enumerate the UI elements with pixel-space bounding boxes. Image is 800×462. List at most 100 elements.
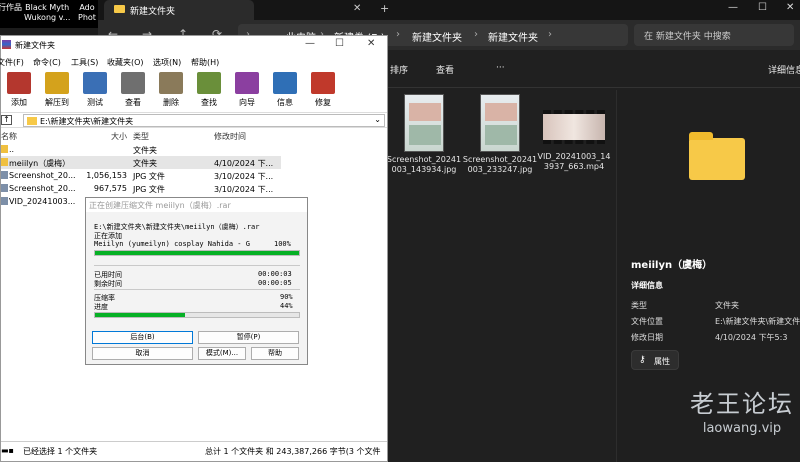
breadcrumb-item[interactable]: 新建文件夹 [412,29,462,44]
toolbar-button[interactable]: 查看 [115,72,151,108]
toolbar-button[interactable]: 添加 [1,72,37,108]
current-file: Meiilyn (yumeilyn) cosplay Nahida - G [94,240,250,248]
toolbar-icon [311,72,335,94]
folder-icon [114,5,125,13]
search-input[interactable]: 在 新建文件夹 中搜索 [634,24,794,46]
file-item[interactable]: VID_20241003_143937_663.mp4 [536,94,612,172]
menu-command[interactable]: 命令(C) [33,57,61,68]
cell-size: 1,056,153 [86,171,127,180]
more-button[interactable]: ··· [496,63,505,73]
desktop-item[interactable]: Ado Phot [78,3,96,23]
toolbar-button[interactable]: 解压到 [39,72,75,108]
maximize-icon[interactable]: ☐ [758,2,767,13]
table-row[interactable]: meiilyn（虞梅） 文件夹 4/10/2024 下... [1,156,281,169]
close-icon[interactable]: ✕ [367,38,375,49]
toolbar-label: 查看 [125,98,141,107]
detail-label: 修改日期 [631,333,663,342]
properties-button[interactable]: ⚷ 属性 [631,350,679,370]
desktop-item[interactable]: 行作品 [0,3,22,13]
file-item[interactable]: Screenshot_20241003_143934.jpg [386,94,462,175]
table-row[interactable]: Screenshot_20... 1,056,153 JPG 文件 3/10/2024… [1,169,281,182]
folder-icon [1,145,8,153]
remaining-label: 剩余时间 [94,280,122,288]
status-bar: ▬▪ 已经选择 1 个文件夹 总计 1 个文件夹 和 243,387,266 字… [1,441,387,459]
details-button[interactable]: 详细信息 [768,63,800,76]
toolbar-button[interactable]: 删除 [153,72,189,108]
cell-modified: 3/10/2024 下... [214,172,274,181]
toolbar-label: 向导 [239,98,255,107]
column-type[interactable]: 类型 [133,131,149,142]
chevron-right-icon: › [474,29,478,40]
toolbar-button[interactable]: 修复 [305,72,341,108]
drive-icon: ▬▪ [1,446,14,455]
close-tab-icon[interactable]: ✕ [353,3,361,14]
watermark-text: 老王论坛 [690,390,794,418]
mode-button[interactable]: 模式(M)... [198,347,246,360]
menu-file[interactable]: 文件(F) [0,57,24,68]
breadcrumb-item[interactable]: 新建文件夹 [488,29,538,44]
folder-icon [27,117,37,125]
sort-button[interactable]: 排序 [390,63,408,76]
cell-name: VID_20241003... [9,197,76,206]
window-title: 新建文件夹 [15,41,55,50]
compress-progress-dialog: 正在创建压缩文件 meiilyn（虞梅）.rar E:\新建文件夹\新建文件夹\… [85,197,308,365]
toolbar-button[interactable]: 向导 [229,72,265,108]
cancel-button[interactable]: 取消 [92,347,193,360]
menu-tools[interactable]: 工具(S) [71,57,98,68]
cell-name: .. [9,145,15,154]
tab-bar: 新建文件夹 ✕ + — ☐ ✕ [98,0,800,20]
column-name[interactable]: 名称 [1,131,17,142]
toolbar-button[interactable]: 查找 [191,72,227,108]
cell-type: 文件夹 [133,159,157,168]
minimize-icon[interactable]: — [728,2,738,13]
menu-help[interactable]: 帮助(H) [191,57,219,68]
toolbar-icon [7,72,31,94]
status-selection: 已经选择 1 个文件夹 [23,447,98,456]
toolbar-icon [273,72,297,94]
chevron-right-icon: › [548,29,552,40]
pause-button[interactable]: 暂停(P) [198,331,299,344]
column-size[interactable]: 大小 [111,131,127,142]
status-total: 总计 1 个文件夹 和 243,387,266 字节(3 个文件 [205,447,381,456]
toolbar-label: 信息 [277,98,293,107]
minimize-icon[interactable]: — [305,38,315,49]
file-item[interactable]: Screenshot_20241003_233247.jpg [462,94,538,175]
table-row[interactable]: .. 文件夹 [1,143,281,156]
path-input[interactable]: E:\新建文件夹\新建文件夹 ⌄ [23,114,385,127]
toolbar-button[interactable]: 信息 [267,72,303,108]
details-section-heading: 详细信息 [631,281,663,290]
view-button[interactable]: 查看 [436,63,454,76]
new-tab-icon[interactable]: + [380,2,389,15]
explorer-tab[interactable]: 新建文件夹 [104,0,254,20]
up-folder-icon[interactable]: ↑ [1,115,12,125]
cell-size: 967,575 [93,184,127,193]
menu-options[interactable]: 选项(N) [153,57,181,68]
cell-modified: 3/10/2024 下... [214,185,274,194]
close-icon[interactable]: ✕ [786,2,794,13]
desktop-item[interactable]: Black Myth Wukong v... [24,3,70,23]
divider [94,265,300,266]
maximize-icon[interactable]: ☐ [335,38,344,49]
toolbar-label: 添加 [11,98,27,107]
background-button[interactable]: 后台(B) [92,331,193,344]
file-icon [1,171,8,179]
image-thumbnail [404,94,444,152]
cell-type: JPG 文件 [133,185,165,194]
file-name: Screenshot_20241003_143934.jpg [386,155,462,174]
toolbar-icon [197,72,221,94]
menu-favorites[interactable]: 收藏夹(O) [107,57,144,68]
column-modified[interactable]: 修改时间 [214,131,246,142]
toolbar-icon [83,72,107,94]
column-headers: 名称 大小 类型 修改时间 [1,131,387,143]
cell-type: 文件夹 [133,146,157,155]
detail-value: E:\新建文件夹\新建文件夹 [715,317,800,326]
properties-label: 属性 [654,357,670,366]
folder-icon [1,158,8,166]
detail-value: 文件夹 [715,301,739,310]
file-icon [1,184,8,192]
toolbar-button[interactable]: 测试 [77,72,113,108]
chevron-down-icon[interactable]: ⌄ [374,115,381,124]
path-text: E:\新建文件夹\新建文件夹 [40,117,134,126]
table-row[interactable]: Screenshot_20... 967,575 JPG 文件 3/10/2024 下… [1,182,281,195]
help-button[interactable]: 帮助 [251,347,299,360]
